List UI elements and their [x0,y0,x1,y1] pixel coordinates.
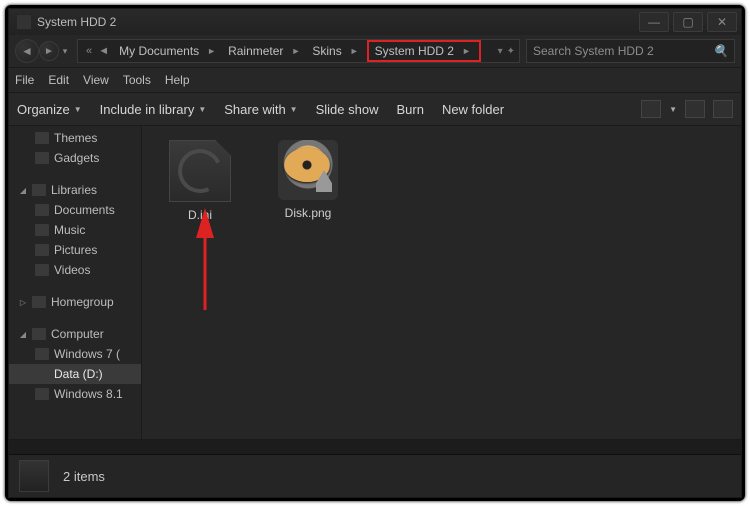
minimize-button[interactable]: — [639,12,669,32]
ini-file-icon [169,140,231,202]
breadcrumb-skins[interactable]: Skins► [308,41,364,61]
search-input[interactable]: Search System HDD 2 🔍 [526,39,735,63]
menu-file[interactable]: File [15,73,34,87]
item-view[interactable]: D.ini Disk.png [142,126,741,439]
tree-windows7[interactable]: Windows 7 ( [9,344,141,364]
titlebar: System HDD 2 — ▢ ✕ [9,9,741,35]
change-view-dropdown[interactable]: ▼ [669,105,677,114]
tree-gadgets[interactable]: Gadgets [9,148,141,168]
navigation-bar: ◄ ► ▾ « ◄ My Documents► Rainmeter► Skins… [9,35,741,68]
help-button[interactable] [713,100,733,118]
tree-windows81[interactable]: Windows 8.1 [9,384,141,404]
toolbar: Organize ▼ Include in library ▼ Share wi… [9,93,741,126]
close-button[interactable]: ✕ [707,12,737,32]
status-text: 2 items [63,469,105,484]
tree-videos[interactable]: Videos [9,260,141,280]
file-explorer-window: System HDD 2 — ▢ ✕ ◄ ► ▾ « ◄ My Document… [8,8,742,498]
back-button[interactable]: ◄ [15,39,39,63]
tree-music[interactable]: Music [9,220,141,240]
breadcrumb-overflow[interactable]: « ◄ [82,41,113,61]
tree-documents[interactable]: Documents [9,200,141,220]
star-icon: ✦ [507,46,515,57]
status-bar: 2 items [9,454,741,497]
forward-button[interactable]: ► [39,41,59,61]
menu-edit[interactable]: Edit [48,73,69,87]
breadcrumb-current[interactable]: System HDD 2► [367,40,481,62]
tree-data-d[interactable]: Data (D:) [9,364,141,384]
window-title: System HDD 2 [37,15,116,29]
history-dropdown[interactable]: ▾ [59,40,71,62]
breadcrumb-rainmeter[interactable]: Rainmeter► [224,41,306,61]
annotation-arrow [190,215,220,315]
search-icon: 🔍 [713,44,728,58]
png-thumbnail-icon [278,140,338,200]
maximize-button[interactable]: ▢ [673,12,703,32]
file-d-ini[interactable]: D.ini [160,140,240,222]
horizontal-scrollbar[interactable] [9,439,741,454]
share-with-button[interactable]: Share with ▼ [224,102,297,117]
menu-bar: File Edit View Tools Help [9,68,741,93]
dropdown-arrow-icon[interactable]: ▾ [498,46,503,57]
details-pane-icon [19,460,49,492]
include-in-library-button[interactable]: Include in library ▼ [100,102,207,117]
tree-homegroup[interactable]: ▷Homegroup [9,292,141,312]
menu-view[interactable]: View [83,73,109,87]
slideshow-button[interactable]: Slide show [316,102,379,117]
burn-button[interactable]: Burn [396,102,423,117]
navigation-pane: Themes Gadgets ◢Libraries Documents Musi… [9,126,142,439]
change-view-button[interactable] [641,100,661,118]
menu-tools[interactable]: Tools [123,73,151,87]
tree-computer[interactable]: ◢Computer [9,324,141,344]
file-disk-png[interactable]: Disk.png [268,140,348,220]
new-folder-button[interactable]: New folder [442,102,504,117]
menu-help[interactable]: Help [165,73,190,87]
preview-pane-button[interactable] [685,100,705,118]
address-bar[interactable]: « ◄ My Documents► Rainmeter► Skins► Syst… [77,39,520,63]
breadcrumb-my-documents[interactable]: My Documents► [115,41,222,61]
organize-button[interactable]: Organize ▼ [17,102,82,117]
tree-themes[interactable]: Themes [9,128,141,148]
tree-pictures[interactable]: Pictures [9,240,141,260]
window-icon [17,15,31,29]
tree-libraries[interactable]: ◢Libraries [9,180,141,200]
